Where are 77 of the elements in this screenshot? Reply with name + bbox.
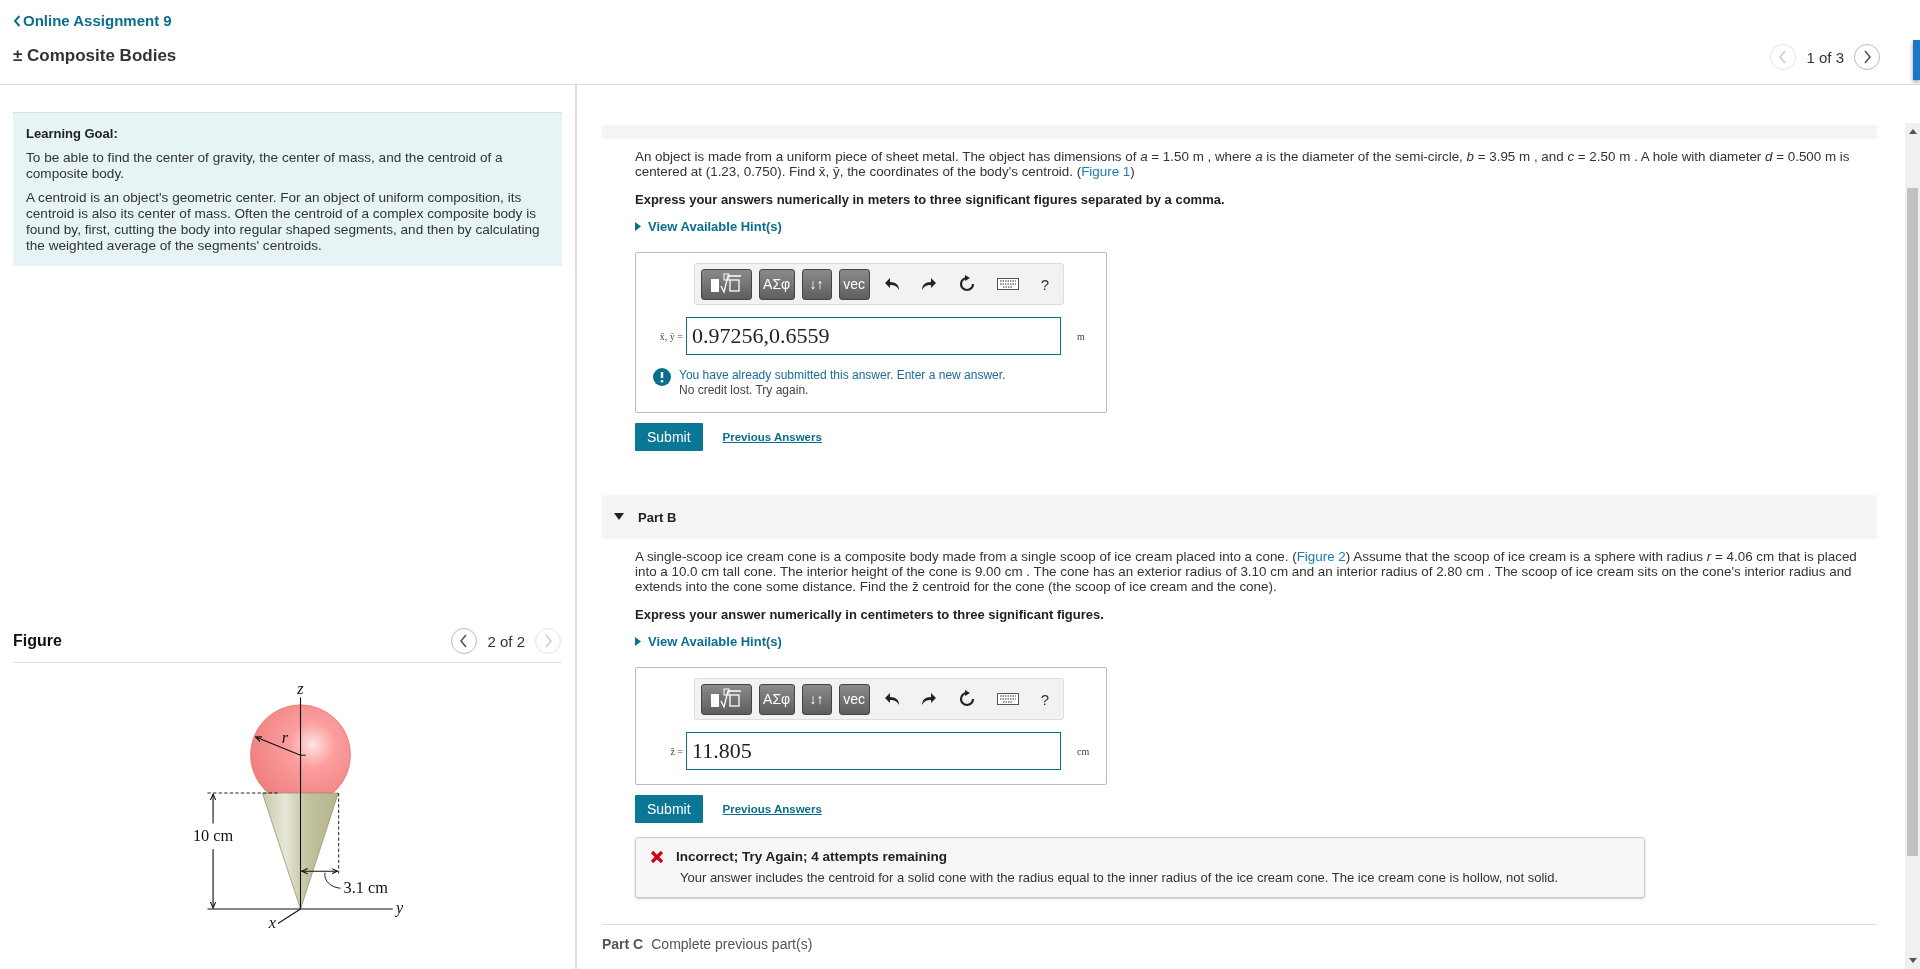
square-root-icon [709, 273, 744, 295]
part-status: Complete previous part(s) [651, 936, 813, 952]
unit-label: cm [1077, 745, 1090, 757]
dimension-label: 3.1 cm [343, 877, 388, 897]
answer-field[interactable]: 11.805 [686, 732, 1061, 770]
answer-label: x̄, ȳ = [658, 330, 684, 342]
feedback-title: Incorrect; Try Again; 4 attempts remaining [676, 849, 948, 864]
redo-icon [920, 692, 937, 706]
question-text: An object is made from a uniform piece of sheet metal. The object has dimensions of a = 1.50 m , where a is the diameter of the semi-circle, b = 3.95 m , and c = 2.50 m . A hole with diameter d = 0.500 m is centered at (1.23, 0.750). Find x̄, ȳ, the coordinates of the body's centroid. (Figure 1) [635, 149, 1851, 179]
page-title: ± Composite Bodies [13, 46, 177, 66]
feedback-text: Your answer includes the centroid for a solid cone with the radius equal to the inner radius of the ice cream cone. The ice cream cone is hollow, not solid. [680, 870, 1559, 885]
figure-link[interactable]: Figure 1 [1081, 164, 1131, 179]
page-counter: 1 of 3 [1806, 48, 1844, 66]
part-title: Part B [638, 509, 677, 525]
keyboard-icon [996, 693, 1019, 705]
symbol-button[interactable]: ↓↑ [801, 268, 832, 300]
undo-icon [883, 692, 900, 706]
chevron-left-icon [13, 14, 21, 27]
template-button[interactable] [701, 683, 752, 715]
answer-field[interactable]: 0.97256,0.6559 [686, 317, 1061, 355]
triangle-right-icon [635, 222, 641, 231]
symbol-button[interactable]: ΑΣφ [758, 683, 795, 715]
template-button[interactable] [701, 268, 752, 300]
keyboard-icon [996, 278, 1019, 290]
help-button[interactable]: ? [1032, 270, 1057, 298]
help-button[interactable]: ? [1032, 685, 1057, 713]
x-axis [277, 908, 302, 924]
triangle-right-icon [635, 637, 641, 646]
figure-link[interactable]: Figure 2 [1296, 549, 1346, 564]
part-header[interactable]: Part B [602, 495, 1877, 539]
symbol-button[interactable]: vec [838, 268, 870, 300]
hint-link[interactable]: View Available Hint(s) [635, 634, 782, 649]
question-text: A single-scoop ice cream cone is a composite body made from a single scoop of ice cream placed into a cone. (Figure 2) Assume that the scoop of ice cream is a sphere with radius r = 4.06 cm that is placed into a 10.0 cm tall cone. The interior height of the cone is 9.00 cm . The cone has an exterior radius of 3.10 cm and an interior radius of 2.80 cm . The scoop of ice cream sits on the cone's interior radius and extends into the cone some distance. Find the z̄ centroid for the cone (the scoop of ice cream and the cone). [635, 549, 1857, 594]
learning-goal-text: To be able to find the center of gravity, the center of mass, and the centroid of a composite body. [26, 150, 504, 182]
previous-answers-link[interactable]: Previous Answers [722, 431, 822, 443]
dimension-label: 10 cm [192, 825, 234, 845]
alert-icon [653, 368, 671, 386]
redo-icon [920, 277, 937, 291]
next-button[interactable] [1854, 44, 1880, 70]
symbol-button[interactable]: ↓↑ [801, 683, 832, 715]
symbol-button[interactable]: vec [838, 683, 870, 715]
dimension-arrow [301, 868, 339, 875]
chevron-left-icon [1778, 50, 1789, 64]
submit-button[interactable]: Submit [635, 795, 703, 823]
notice-text: You have already submitted this answer. Enter a new answer. [679, 368, 1006, 383]
caret-icon[interactable] [614, 513, 624, 521]
previous-button[interactable] [451, 628, 478, 654]
submit-button[interactable]: Submit [635, 423, 703, 451]
chevron-left-icon [459, 634, 470, 648]
learning-goal-text: A centroid is an object's geometric center. For an object of uniform composition, its centroid is also its center of mass. Often the centroid of a complex composite body is found by, first, cutting the body into regular shaped segments, and then by calculating the weighted average of the segments' centroids. [26, 190, 541, 254]
back-link[interactable]: Online Assignment 9 [13, 12, 172, 29]
unit-label: m [1077, 330, 1085, 342]
notice-subtext: No credit lost. Try again. [679, 383, 810, 398]
symbol-button[interactable]: ΑΣφ [758, 268, 795, 300]
cross-icon [650, 849, 664, 864]
axis-label: x [268, 913, 276, 933]
learning-goal-heading: Learning Goal: [26, 126, 119, 141]
radius-label: r [281, 728, 289, 747]
instruction-text: Express your answers numerically in meters to three significant figures separated by a comma. [635, 192, 1226, 207]
reset-icon [957, 690, 976, 708]
leader-line [324, 872, 341, 889]
scrollbar-thumb[interactable] [1907, 188, 1918, 856]
axis-label: y [396, 897, 404, 917]
previous-answers-link[interactable]: Previous Answers [722, 803, 822, 815]
reset-icon [957, 275, 976, 293]
answer-label: z̄ = [669, 745, 684, 757]
axis-label: z [297, 679, 304, 699]
hint-link[interactable]: View Available Hint(s) [635, 219, 782, 234]
undo-icon [883, 277, 900, 291]
part-title: Part C [602, 936, 644, 952]
figure-heading: Figure [13, 632, 62, 650]
chevron-right-icon [1862, 50, 1872, 64]
chevron-right-icon [543, 634, 553, 648]
radius-arrow [255, 736, 307, 756]
page-counter: 2 of 2 [487, 632, 525, 650]
instruction-text: Express your answer numerically in centimeters to three significant figures. [635, 607, 1105, 622]
square-root-icon [709, 688, 744, 710]
